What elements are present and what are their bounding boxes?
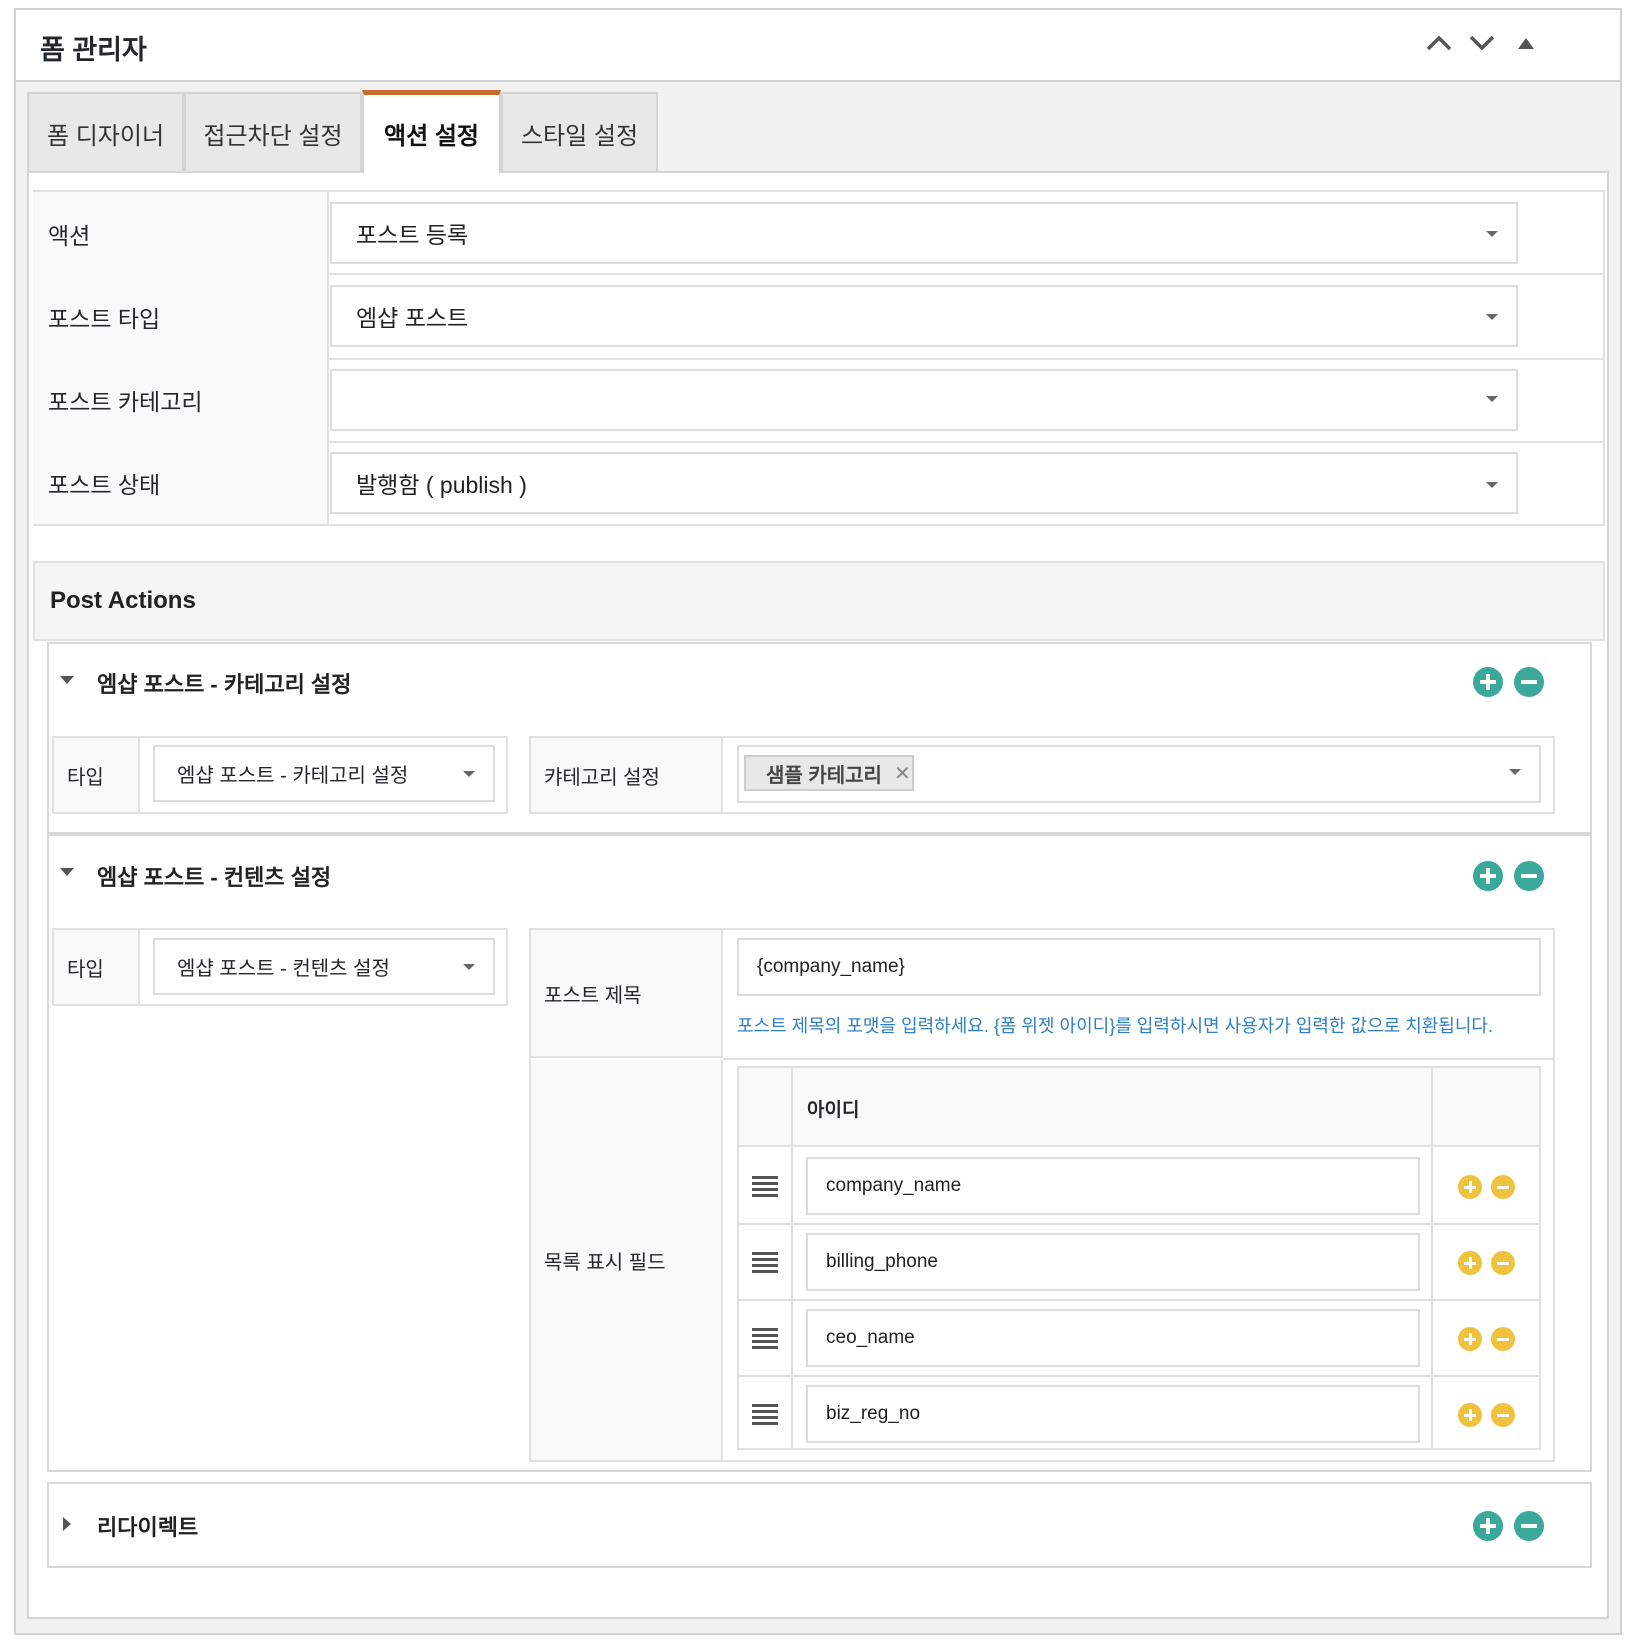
type-label: 타입 (54, 930, 140, 1004)
minus-circle-icon[interactable] (1514, 861, 1544, 891)
content-type-select[interactable]: 엠샵 포스트 - 컨텐츠 설정 (153, 938, 495, 995)
minus-circle-icon[interactable] (1514, 1511, 1544, 1541)
plus-circle-icon[interactable] (1458, 1327, 1482, 1351)
tab-access-block[interactable]: 접근차단 설정 (184, 92, 362, 172)
list-fields-label: 목록 표시 필드 (531, 1060, 723, 1460)
chevron-down-icon[interactable] (1465, 30, 1499, 56)
post-type-label: 포스트 타입 (33, 275, 329, 358)
content-type-value: 엠샵 포스트 - 컨텐츠 설정 (177, 958, 390, 980)
row-divider (723, 1058, 1553, 1060)
post-actions-title: Post Actions (33, 561, 1605, 641)
field-input-2[interactable]: billing_phone (806, 1233, 1420, 1291)
drag-handle-icon[interactable] (752, 1328, 778, 1352)
action-select[interactable]: 포스트 등록 (330, 202, 1518, 264)
minus-circle-icon[interactable] (1491, 1327, 1515, 1351)
post-category-select[interactable] (330, 369, 1518, 431)
category-type-select[interactable]: 엠샵 포스트 - 카테고리 설정 (153, 745, 495, 802)
field-input-4[interactable]: biz_reg_no (806, 1385, 1420, 1443)
category-type-value: 엠샵 포스트 - 카테고리 설정 (177, 765, 409, 787)
row-divider (737, 1223, 1541, 1225)
category-setting-label: 캬테고리 설정 (531, 738, 723, 812)
plus-circle-icon[interactable] (1458, 1251, 1482, 1275)
post-status-value: 발행함 ( publish ) (356, 472, 527, 498)
drag-handle-icon[interactable] (752, 1252, 778, 1276)
redirect-section-title: 리다이렉트 (97, 1515, 199, 1540)
panel-header (14, 8, 1622, 82)
chevron-down-icon (1486, 482, 1498, 488)
minus-circle-icon[interactable] (1514, 667, 1544, 697)
minus-circle-icon[interactable] (1491, 1403, 1515, 1427)
post-title-label: 포스트 제목 (531, 930, 723, 1058)
row-divider (737, 1375, 1541, 1377)
chevron-down-icon (463, 964, 475, 970)
post-status-label: 포스트 상태 (33, 441, 329, 524)
post-title-input[interactable]: {company_name} (737, 938, 1541, 996)
post-status-select[interactable]: 발행함 ( publish ) (330, 452, 1518, 514)
panel-title: 폼 관리자 (40, 35, 147, 65)
chevron-up-icon[interactable] (1422, 30, 1456, 56)
redirect-action-section (47, 1482, 1592, 1568)
chevron-down-icon (1486, 231, 1498, 237)
grid-col-line (1431, 1066, 1433, 1450)
content-section-title: 엠샵 포스트 - 컨텐츠 설정 (97, 865, 332, 890)
plus-circle-icon[interactable] (1473, 1511, 1503, 1541)
post-title-hint: 포스트 제목의 포맷을 입력하세요. {폼 위젯 아이디}를 입력하시면 사용자… (737, 1016, 1493, 1036)
type-label: 타입 (54, 738, 140, 812)
category-section-title: 엠샵 포스트 - 카테고리 설정 (97, 672, 352, 697)
chevron-down-icon (1486, 396, 1498, 402)
plus-circle-icon[interactable] (1473, 667, 1503, 697)
expand-triangle-icon[interactable] (63, 1517, 71, 1531)
minus-circle-icon[interactable] (1491, 1251, 1515, 1275)
row-divider (737, 1299, 1541, 1301)
field-input-1[interactable]: company_name (806, 1157, 1420, 1215)
tab-action-settings[interactable]: 액션 설정 (362, 90, 501, 172)
action-value: 포스트 등록 (356, 222, 469, 248)
field-input-3[interactable]: ceo_name (806, 1309, 1420, 1367)
collapse-triangle-icon[interactable] (60, 676, 74, 684)
close-icon[interactable]: ✕ (894, 761, 911, 786)
grid-col-line (791, 1066, 793, 1450)
category-tag: 샘플 카테고리 ✕ (744, 755, 914, 791)
drag-handle-icon[interactable] (752, 1176, 778, 1200)
action-label: 액션 (33, 192, 329, 275)
minus-circle-icon[interactable] (1491, 1175, 1515, 1199)
id-column-header: 아이디 (807, 1100, 860, 1121)
chevron-down-icon (463, 771, 475, 777)
plus-circle-icon[interactable] (1458, 1175, 1482, 1199)
post-type-select[interactable]: 엠샵 포스트 (330, 285, 1518, 347)
category-tag-label: 샘플 카테고리 (766, 764, 882, 787)
plus-circle-icon[interactable] (1473, 861, 1503, 891)
tab-form-designer[interactable]: 폼 디자이너 (27, 92, 184, 172)
tab-style-settings[interactable]: 스타일 설정 (501, 92, 658, 172)
collapse-triangle-icon[interactable] (60, 868, 74, 876)
tab-joint (364, 169, 499, 173)
chevron-down-icon (1486, 314, 1498, 320)
chevron-down-icon (1509, 769, 1521, 775)
post-category-label: 포스트 카테고리 (33, 358, 329, 441)
drag-handle-icon[interactable] (752, 1404, 778, 1428)
plus-circle-icon[interactable] (1458, 1403, 1482, 1427)
post-type-value: 엠샵 포스트 (356, 305, 469, 331)
triangle-up-icon[interactable] (1509, 30, 1543, 56)
